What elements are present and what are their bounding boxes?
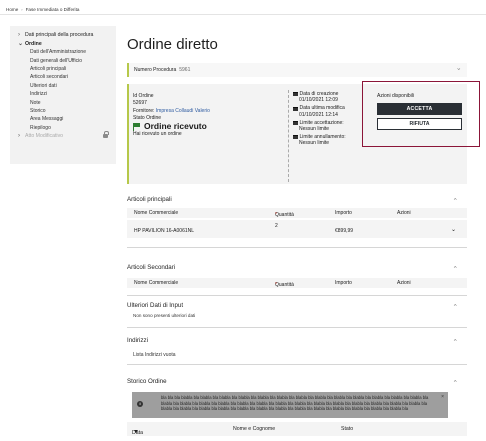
chevron-right-icon: ›	[18, 32, 20, 38]
storico-table-header: Data Nome e Cognome Stato	[127, 422, 467, 436]
procedura-number: 5961	[179, 67, 191, 73]
cell-nome: HP PAVILION 16-A0061NL	[134, 228, 195, 234]
indirizzi-title: Indirizzi	[127, 337, 148, 344]
articoli-principali-title: Articoli principali	[127, 196, 172, 203]
chevron-up-icon[interactable]: ›	[453, 198, 459, 200]
col-importo: Importo	[335, 210, 352, 216]
col-quantita-label: Quantità	[275, 212, 294, 218]
stato-ordine-value: Ordine ricevuto	[144, 120, 207, 131]
order-details-card: Id Ordine 52697 Fornitore: Impresa Colla…	[127, 84, 370, 184]
sort-desc-icon	[134, 430, 138, 433]
id-ordine-label: Id Ordine	[133, 93, 154, 99]
col-nome-cognome: Nome e Cognome	[233, 426, 276, 432]
sidebar: › Dati principali della procedura ⌄ Ordi…	[10, 26, 116, 164]
sidebar-item-label: Atto Modificativo	[25, 133, 64, 140]
chevron-down-icon: ⌄	[18, 40, 24, 47]
col-importo: Importo	[335, 280, 352, 286]
breadcrumb-separator: ›	[21, 6, 23, 12]
chevron-up-icon[interactable]: ›	[453, 266, 459, 268]
chevron-down-icon: ›	[455, 68, 461, 70]
order-dates: Data di creazione 01/10/2021 12:09 Data …	[293, 91, 346, 148]
col-azioni: Azioni	[397, 210, 411, 216]
articoli-secondari-section: Articoli Secondari › Nome Commerciale Qu…	[127, 264, 467, 296]
stato-ordine-description: Hai ricevuto un ordine	[133, 130, 182, 137]
sidebar-item-atto-modificativo: › Atto Modificativo	[18, 131, 116, 141]
storico-message: bla bla bla blabla bla blabla bla blabla…	[161, 395, 429, 412]
articoli-principali-section: Articoli principali › Nome Commerciale Q…	[127, 196, 467, 248]
col-stato: Stato	[341, 426, 354, 432]
creazione-value: 01/10/2021 12:09	[299, 97, 338, 104]
cell-importo: €899,99	[335, 228, 354, 234]
lock-icon	[103, 131, 109, 139]
calendar-icon	[293, 120, 298, 125]
sidebar-subitem-ulteriori-dati[interactable]: Ulteriori dati	[18, 82, 116, 90]
sidebar-item-ordine[interactable]: ⌄ Ordine	[18, 40, 116, 49]
fornitore-row: Fornitore: Impresa Collaudi Valerio	[133, 108, 210, 115]
sidebar-subitem-area-messaggi[interactable]: Area Messaggi	[18, 115, 116, 123]
ulteriori-dati-section: Ulteriori Dati di Input › Non sono prese…	[127, 302, 467, 328]
chevron-down-icon[interactable]: ⌄	[451, 226, 456, 233]
header-divider	[0, 14, 486, 15]
stato-ordine: Ordine ricevuto	[133, 120, 210, 131]
procedura-label: Numero Procedura	[134, 67, 177, 73]
storico-section: Storico Ordine ›	[127, 378, 467, 390]
cell-quantita: 2	[275, 223, 278, 229]
modifica-value: 01/10/2021 12:14	[299, 111, 338, 118]
info-icon: i	[137, 401, 143, 407]
procedura-accordion[interactable]: Numero Procedura 5961 ›	[127, 63, 467, 77]
chevron-up-icon[interactable]: ›	[453, 380, 459, 382]
flag-icon	[133, 122, 141, 131]
breadcrumb-current[interactable]: Fase Immediata o Differita	[26, 7, 80, 12]
chevron-right-icon: ›	[18, 133, 20, 140]
order-info: Id Ordine 52697 Fornitore: Impresa Colla…	[133, 93, 210, 138]
sidebar-subitem-note[interactable]: Note	[18, 99, 116, 107]
table-row[interactable]: HP PAVILION 16-A0061NL 2 €899,99 ⌄	[127, 220, 467, 238]
vertical-divider	[288, 90, 289, 182]
storico-message-box: i bla bla bla blabla bla blabla bla blab…	[132, 392, 448, 418]
col-azioni: Azioni	[397, 280, 411, 286]
limite-accettazione-value: Nessun limite	[299, 126, 330, 133]
sidebar-subitem-dati-ufficio[interactable]: Dati generali dell'Ufficio	[18, 57, 116, 65]
calendar-icon	[293, 106, 298, 111]
highlight-frame	[362, 81, 480, 147]
sidebar-item-dati-principali[interactable]: › Dati principali della procedura	[18, 31, 116, 40]
articoli-secondari-title: Articoli Secondari	[127, 264, 176, 271]
table-header: Nome Commerciale Quantità * Importo Azion…	[127, 278, 467, 288]
limite-annullamento-value: Nessun limite	[299, 140, 330, 147]
col-quantita-label: Quantità	[275, 282, 294, 288]
sidebar-subitem-dati-amministrazione[interactable]: Dati dell'Amministrazione	[18, 48, 116, 56]
required-mark: *	[275, 282, 277, 288]
page-title: Ordine diretto	[127, 36, 218, 53]
calendar-icon	[293, 92, 298, 97]
sidebar-item-label: Ordine	[25, 40, 42, 47]
chevron-up-icon[interactable]: ›	[453, 304, 459, 306]
sidebar-item-label: Dati principali della procedura	[25, 32, 94, 38]
close-icon[interactable]: ×	[441, 394, 444, 400]
fornitore-label: Fornitore:	[133, 107, 155, 114]
sidebar-subitem-storico[interactable]: Storico	[18, 107, 116, 115]
indirizzi-section: Indirizzi › Lista Indirizzi vuota	[127, 337, 467, 365]
sidebar-subitem-indirizzi[interactable]: Indirizzi	[18, 90, 116, 98]
modifica-label: Data ultima modifica	[299, 105, 345, 112]
calendar-icon	[293, 135, 298, 140]
storico-title: Storico Ordine	[127, 378, 167, 385]
col-nome: Nome Commerciale	[134, 210, 179, 216]
ulteriori-dati-title: Ulteriori Dati di Input	[127, 302, 184, 309]
id-ordine-value: 52697	[133, 100, 147, 107]
sidebar-subitem-articoli-secondari[interactable]: Articoli secondari	[18, 73, 116, 81]
required-mark: *	[275, 212, 277, 218]
table-header: Nome Commerciale Quantità * Importo Azion…	[127, 208, 467, 218]
ulteriori-dati-empty: Non sono presenti ulteriori dati	[133, 313, 196, 318]
indirizzi-empty: Lista Indirizzi vuota	[133, 352, 176, 358]
col-nome: Nome Commerciale	[134, 280, 179, 286]
sidebar-subitem-articoli-principali[interactable]: Articoli principali	[18, 65, 116, 73]
chevron-up-icon[interactable]: ›	[453, 339, 459, 341]
sidebar-subitem-riepilogo[interactable]: Riepilogo	[18, 124, 116, 132]
breadcrumb-home[interactable]: Home	[6, 7, 18, 12]
fornitore-link[interactable]: Impresa Collaudi Valerio	[156, 108, 210, 114]
